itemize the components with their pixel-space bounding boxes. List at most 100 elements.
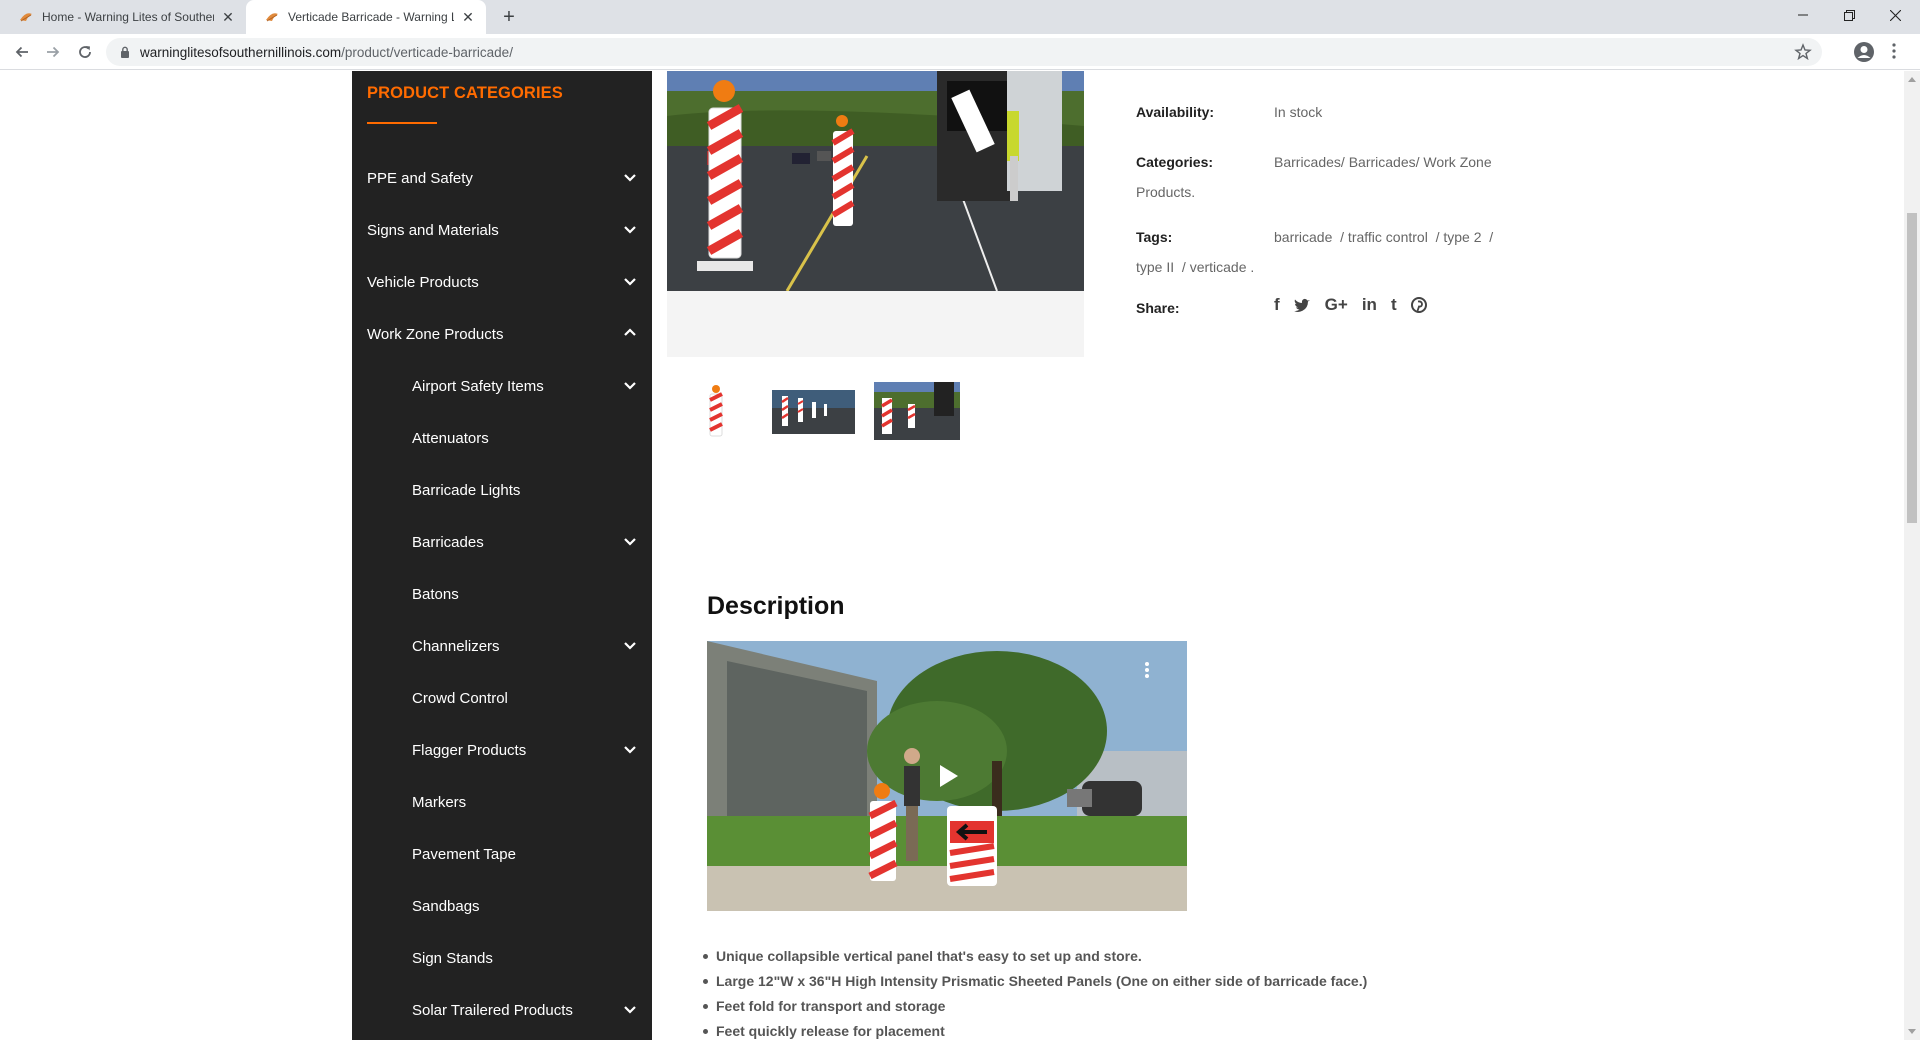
share-label: Share: xyxy=(1136,300,1180,316)
product-main-image[interactable] xyxy=(667,71,1084,357)
pinterest-icon[interactable] xyxy=(1410,297,1427,313)
linkedin-icon[interactable]: in xyxy=(1362,295,1377,315)
profile-avatar-icon[interactable] xyxy=(1853,41,1875,63)
bookmark-star-icon[interactable] xyxy=(1794,43,1812,61)
lock-icon xyxy=(121,46,129,58)
tab-title: Home - Warning Lites of Southern Illinoi… xyxy=(42,10,214,24)
sidebar-item-label: Signs and Materials xyxy=(367,221,499,239)
sidebar-item-label: PPE and Safety xyxy=(367,169,473,187)
url-text: warninglitesofsouthernillinois.com/produ… xyxy=(140,45,513,60)
sidebar-item-label: Barricades xyxy=(412,533,484,551)
sidebar-item[interactable]: Work Zone Products xyxy=(367,314,652,354)
web-page: PRODUCT CATEGORIES PPE and Safety Signs a… xyxy=(0,71,1920,1040)
tab-home[interactable]: Home - Warning Lites of Southern Illinoi… xyxy=(0,0,246,34)
back-arrow-icon[interactable] xyxy=(10,40,34,64)
sidebar-item[interactable]: Batons xyxy=(412,574,652,614)
sidebar-item[interactable]: Attenuators xyxy=(412,418,652,458)
feature-list: Unique collapsible vertical panel that's… xyxy=(702,944,1367,1040)
sidebar-item[interactable]: Channelizers xyxy=(412,626,652,666)
sidebar-item-label: Batons xyxy=(412,585,459,603)
sidebar-item[interactable]: Barricade Lights xyxy=(412,470,652,510)
sidebar-item-label: Sign Stands xyxy=(412,949,493,967)
chevron-down-icon[interactable] xyxy=(621,532,639,550)
sidebar-item-label: Pavement Tape xyxy=(412,845,516,863)
tab-verticade[interactable]: Verticade Barricade - Warning Lites of S… xyxy=(246,0,486,34)
twitter-icon[interactable] xyxy=(1293,298,1311,312)
sidebar-item-label: Crowd Control xyxy=(412,689,508,707)
categories-links-continued[interactable]: Products. xyxy=(1136,184,1195,200)
sidebar-item[interactable]: Vehicle Products xyxy=(367,262,652,302)
sidebar-item-label: Solar Trailered Products xyxy=(412,1001,573,1019)
sidebar-item-label: Markers xyxy=(412,793,467,811)
sidebar-item-label: Barricade Lights xyxy=(412,481,521,499)
google-plus-icon[interactable]: G+ xyxy=(1325,295,1348,315)
sidebar-item[interactable]: Pavement Tape xyxy=(412,834,652,874)
restore-icon[interactable] xyxy=(1826,0,1872,30)
sidebar-item-label: Airport Safety Items xyxy=(412,377,544,395)
close-tab-icon[interactable]: ✕ xyxy=(460,9,476,25)
scrollbar-thumb[interactable] xyxy=(1907,213,1917,523)
list-item: Unique collapsible vertical panel that's… xyxy=(702,944,1367,969)
categories-label: Categories: xyxy=(1136,154,1214,170)
sidebar-item[interactable]: Signs and Materials xyxy=(367,210,652,250)
list-item: Feet fold for transport and storage xyxy=(702,994,1367,1019)
thumbnail-1[interactable] xyxy=(678,382,764,440)
sidebar-item[interactable]: PPE and Safety xyxy=(367,158,652,198)
sidebar-item-label: Attenuators xyxy=(412,429,489,447)
chevron-down-icon[interactable] xyxy=(621,636,639,654)
sidebar-item[interactable]: Sign Stands xyxy=(412,938,652,978)
browser-tab-bar: Home - Warning Lites of Southern Illinoi… xyxy=(0,0,1920,34)
reload-icon[interactable] xyxy=(73,40,97,64)
barricade-photo xyxy=(667,71,1084,291)
close-window-icon[interactable] xyxy=(1872,0,1918,30)
address-bar[interactable]: warninglitesofsouthernillinois.com/produ… xyxy=(106,38,1822,66)
site-favicon-icon xyxy=(266,13,278,22)
play-icon[interactable] xyxy=(928,757,966,795)
thumbnail-2[interactable] xyxy=(770,382,856,440)
tags-label: Tags: xyxy=(1136,229,1173,245)
chevron-down-icon[interactable] xyxy=(621,1000,639,1018)
tags-links-continued[interactable]: type II / verticade . xyxy=(1136,259,1254,275)
availability-label: Availability: xyxy=(1136,104,1215,120)
description-heading: Description xyxy=(707,592,845,620)
sidebar-item[interactable]: Flagger Products xyxy=(412,730,652,770)
forward-arrow-icon[interactable] xyxy=(41,40,65,64)
chevron-down-icon[interactable] xyxy=(621,740,639,758)
browser-toolbar: warninglitesofsouthernillinois.com/produ… xyxy=(0,34,1920,70)
chevron-up-icon[interactable] xyxy=(621,324,639,342)
share-icons: f G+ in t xyxy=(1274,295,1427,315)
scroll-down-icon[interactable] xyxy=(1908,1029,1916,1034)
sidebar-item-label: Vehicle Products xyxy=(367,273,479,291)
thumbnail-3[interactable] xyxy=(874,382,960,440)
sidebar-item-label: Channelizers xyxy=(412,637,500,655)
availability-value: In stock xyxy=(1274,104,1323,120)
sidebar-item[interactable]: Sandbags xyxy=(412,886,652,926)
chevron-down-icon[interactable] xyxy=(621,272,639,290)
sidebar-item-label: Work Zone Products xyxy=(367,325,504,343)
site-favicon-icon xyxy=(20,13,32,22)
chevron-down-icon[interactable] xyxy=(621,220,639,238)
categories-links[interactable]: Barricades/ Barricades/ Work Zone xyxy=(1274,154,1492,170)
sidebar-item[interactable]: Markers xyxy=(412,782,652,822)
page-scrollbar[interactable] xyxy=(1904,71,1920,1040)
facebook-icon[interactable]: f xyxy=(1274,295,1280,315)
sidebar-item[interactable]: Crowd Control xyxy=(412,678,652,718)
sidebar-item[interactable]: Solar Trailered Products xyxy=(412,990,652,1030)
chevron-down-icon[interactable] xyxy=(621,168,639,186)
list-item: Large 12"W x 36"H High Intensity Prismat… xyxy=(702,969,1367,994)
sidebar-item[interactable]: Airport Safety Items xyxy=(412,366,652,406)
tags-links[interactable]: barricade / traffic control / type 2 / xyxy=(1274,229,1493,245)
sidebar-item-label: Flagger Products xyxy=(412,741,527,759)
list-item: Feet quickly release for placement xyxy=(702,1019,1367,1040)
sidebar-item[interactable]: Barricades xyxy=(412,522,652,562)
chevron-down-icon[interactable] xyxy=(621,376,639,394)
video-menu-icon[interactable] xyxy=(1144,661,1150,679)
scroll-up-icon[interactable] xyxy=(1908,77,1916,82)
product-categories-sidebar: PRODUCT CATEGORIES PPE and Safety Signs a… xyxy=(352,71,652,1040)
tumblr-icon[interactable]: t xyxy=(1391,295,1397,315)
product-video[interactable] xyxy=(707,641,1187,911)
minimize-icon[interactable] xyxy=(1780,0,1826,30)
browser-menu-icon[interactable] xyxy=(1892,43,1896,59)
close-tab-icon[interactable]: ✕ xyxy=(220,9,236,25)
new-tab-icon[interactable]: + xyxy=(498,6,520,28)
